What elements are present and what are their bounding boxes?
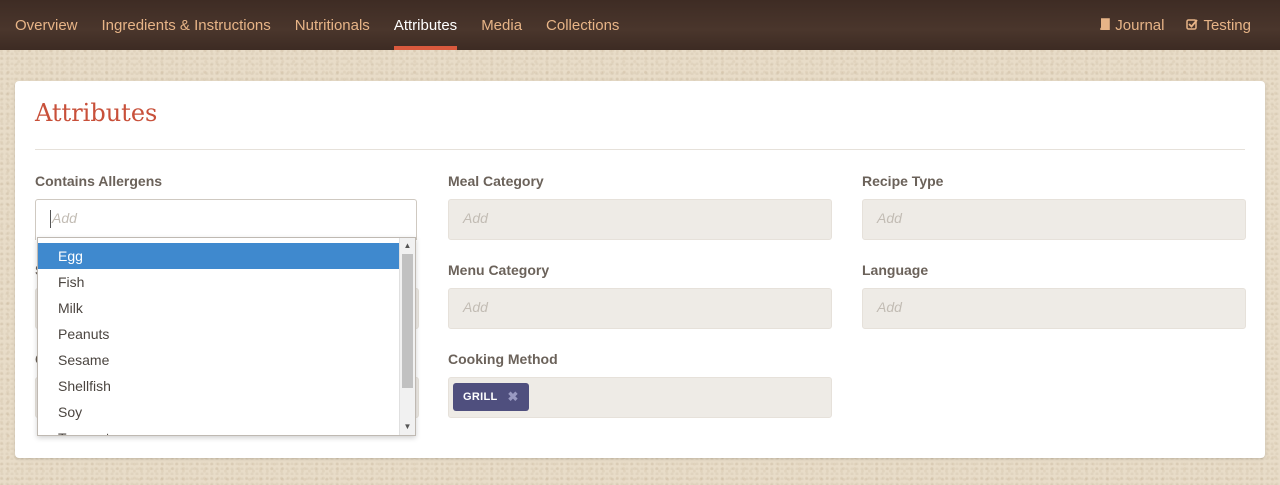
recipe-type-placeholder: Add bbox=[877, 210, 902, 226]
tab-overview[interactable]: Overview bbox=[3, 0, 90, 50]
allergens-label: Contains Allergens bbox=[35, 173, 163, 189]
allergens-dropdown: Egg Fish Milk Peanuts Sesame Shellfish S… bbox=[37, 237, 416, 436]
language-label: Language bbox=[862, 262, 929, 278]
testing-label: Testing bbox=[1203, 16, 1251, 34]
allergens-placeholder: Add bbox=[52, 210, 77, 226]
tab-collections[interactable]: Collections bbox=[534, 0, 631, 50]
dropdown-option-peanuts[interactable]: Peanuts bbox=[38, 321, 399, 347]
scroll-up-icon[interactable]: ▲ bbox=[400, 239, 415, 253]
testing-link[interactable]: Testing bbox=[1175, 0, 1262, 50]
journal-link[interactable]: Journal bbox=[1088, 0, 1175, 50]
dropdown-option-egg[interactable]: Egg bbox=[38, 243, 399, 269]
journal-label: Journal bbox=[1115, 16, 1165, 34]
menu-category-placeholder: Add bbox=[463, 299, 488, 315]
dropdown-scrollbar[interactable]: ▲ ▼ bbox=[399, 238, 415, 435]
book-icon bbox=[1099, 17, 1111, 33]
meal-category-placeholder: Add bbox=[463, 210, 488, 226]
tab-ingredients-instructions[interactable]: Ingredients & Instructions bbox=[90, 0, 283, 50]
menu-category-label: Menu Category bbox=[448, 262, 550, 278]
dropdown-option-milk[interactable]: Milk bbox=[38, 295, 399, 321]
menu-category-input[interactable]: Add bbox=[448, 288, 832, 329]
dropdown-option-shellfish[interactable]: Shellfish bbox=[38, 373, 399, 399]
text-caret bbox=[50, 210, 51, 229]
language-input[interactable]: Add bbox=[862, 288, 1246, 329]
scroll-down-icon[interactable]: ▼ bbox=[400, 420, 415, 434]
remove-tag-icon[interactable]: ✖ bbox=[508, 389, 519, 405]
recipe-type-label: Recipe Type bbox=[862, 173, 944, 189]
tag-chip: GRILL ✖ bbox=[453, 383, 529, 411]
tab-media[interactable]: Media bbox=[469, 0, 534, 50]
cooking-method-input[interactable]: GRILL ✖ bbox=[448, 377, 832, 418]
tab-nutritionals[interactable]: Nutritionals bbox=[283, 0, 382, 50]
chip-label: GRILL bbox=[463, 391, 498, 403]
top-nav: Overview Ingredients & Instructions Nutr… bbox=[0, 0, 1280, 50]
dropdown-option-fish[interactable]: Fish bbox=[38, 269, 399, 295]
scrollbar-thumb[interactable] bbox=[402, 254, 413, 388]
dropdown-option-tree-nuts[interactable]: Tree nuts bbox=[38, 425, 399, 435]
nav-right: Journal Testing bbox=[1088, 0, 1280, 50]
recipe-type-input[interactable]: Add bbox=[862, 199, 1246, 240]
cooking-method-label: Cooking Method bbox=[448, 351, 558, 367]
dropdown-option-soy[interactable]: Soy bbox=[38, 399, 399, 425]
attributes-card: Attributes Contains Allergens Add S C Me… bbox=[15, 81, 1265, 458]
tab-attributes[interactable]: Attributes bbox=[382, 0, 469, 50]
dropdown-option-sesame[interactable]: Sesame bbox=[38, 347, 399, 373]
dropdown-list: Egg Fish Milk Peanuts Sesame Shellfish S… bbox=[38, 238, 415, 435]
divider bbox=[35, 149, 1245, 150]
meal-category-label: Meal Category bbox=[448, 173, 544, 189]
meal-category-input[interactable]: Add bbox=[448, 199, 832, 240]
checkbox-icon bbox=[1186, 18, 1199, 33]
page-title: Attributes bbox=[35, 99, 158, 127]
allergens-input[interactable]: Add bbox=[35, 199, 417, 240]
language-placeholder: Add bbox=[877, 299, 902, 315]
